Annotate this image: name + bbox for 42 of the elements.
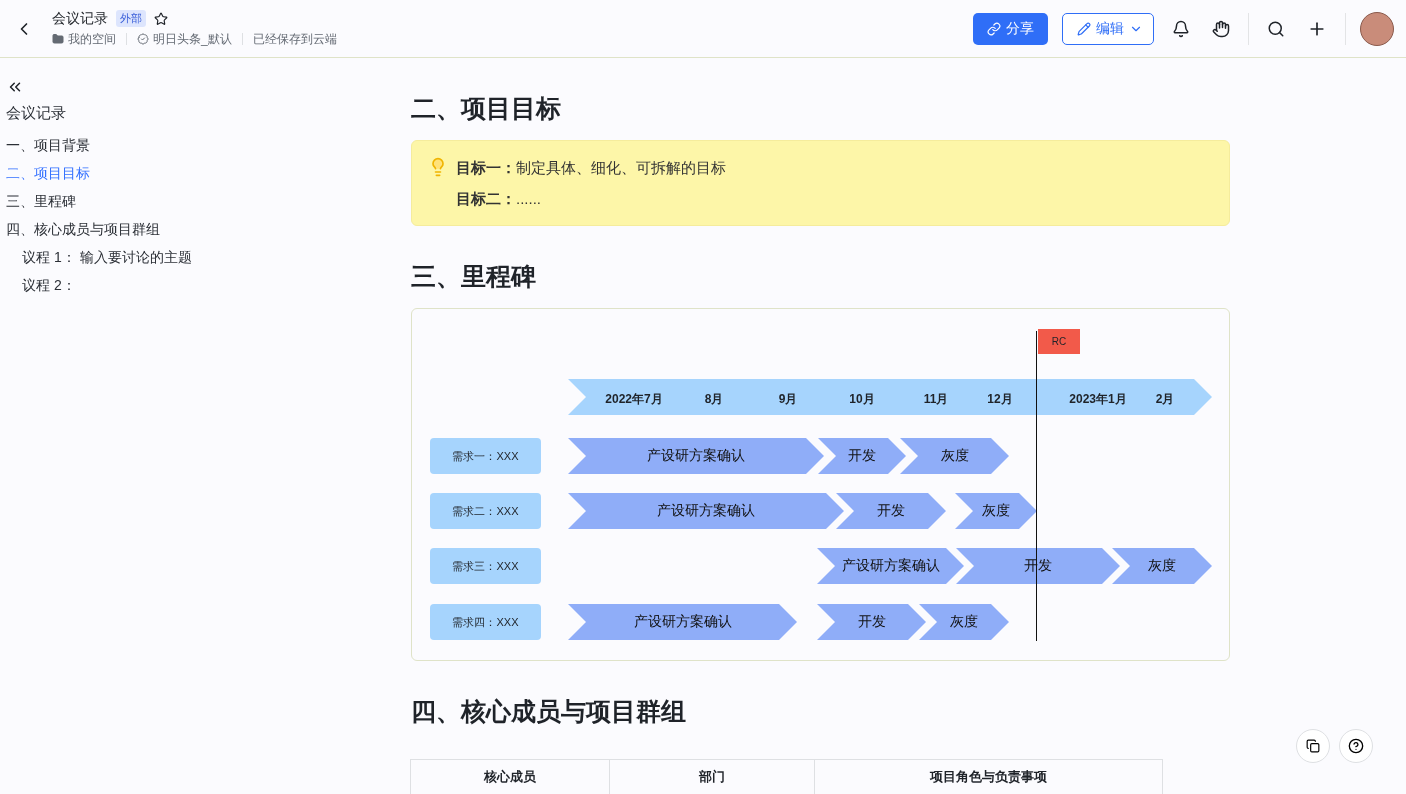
callout-line: 目标二：...... xyxy=(456,190,542,209)
callout-line: 目标一：制定具体、细化、可拆解的目标 xyxy=(456,159,726,178)
outline-title[interactable]: 会议记录 xyxy=(6,104,411,123)
share-button[interactable]: 分享 xyxy=(973,12,1048,45)
month-label: 2月 xyxy=(1155,391,1175,408)
section-heading: 三、里程碑 xyxy=(411,261,537,292)
link-icon xyxy=(987,21,1001,36)
breadcrumb-text: 已经保存到云端 xyxy=(252,30,337,48)
outline-item[interactable]: 二、项目目标 xyxy=(6,159,411,187)
milestone-flag: RC xyxy=(1038,329,1080,354)
outline-item[interactable]: 议程 2： xyxy=(6,271,411,299)
outline-item[interactable]: 一、项目背景 xyxy=(6,131,411,159)
help-icon[interactable] xyxy=(1339,729,1373,763)
verified-icon xyxy=(137,33,149,45)
month-label: 10月 xyxy=(849,391,875,408)
avatar[interactable] xyxy=(1360,11,1394,46)
requirement-label: 需求三：XXX xyxy=(430,548,541,584)
requirement-label: 需求四：XXX xyxy=(430,604,541,640)
requirement-label: 需求二：XXX xyxy=(430,493,541,529)
month-label: 8月 xyxy=(704,391,724,408)
table-header-cell: 项目角色与负责事项 xyxy=(814,759,1163,794)
requirement-label: 需求一：XXX xyxy=(430,438,541,474)
copy-icon[interactable] xyxy=(1296,729,1330,763)
edit-button[interactable]: 编辑 xyxy=(1062,12,1154,45)
breadcrumb-text[interactable]: 明日头条_默认 xyxy=(153,30,232,48)
folder-icon xyxy=(52,33,64,45)
outline-item[interactable]: 议程 1： 输入要讨论的主题 xyxy=(6,243,411,271)
outline-item[interactable]: 四、核心成员与项目群组 xyxy=(6,215,411,243)
star-icon[interactable] xyxy=(154,11,168,26)
month-label: 12月 xyxy=(987,391,1013,408)
breadcrumb-text[interactable]: 我的空间 xyxy=(68,30,116,48)
outline-item[interactable]: 三、里程碑 xyxy=(6,187,411,215)
section-heading: 四、核心成员与项目群组 xyxy=(411,696,687,727)
section-heading: 二、项目目标 xyxy=(411,93,562,124)
month-label: 2022年7月 xyxy=(605,391,663,408)
external-tag: 外部 xyxy=(116,10,146,27)
document-title: 会议记录 xyxy=(52,9,108,28)
month-label: 2023年1月 xyxy=(1069,391,1127,408)
pencil-icon xyxy=(1077,21,1091,36)
month-label: 9月 xyxy=(778,391,798,408)
table-header-cell: 核心成员 xyxy=(410,759,610,794)
month-label: 11月 xyxy=(923,391,949,408)
